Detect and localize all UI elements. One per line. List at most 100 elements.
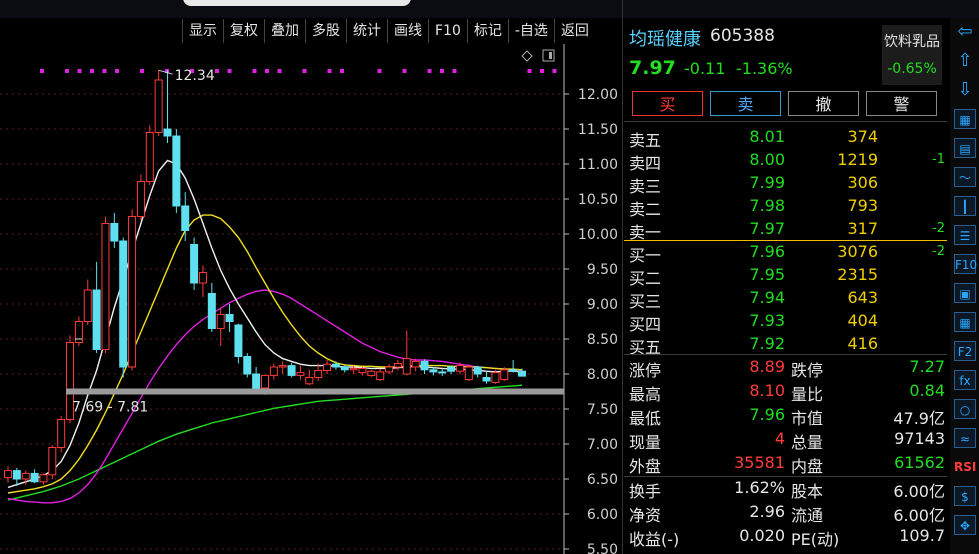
asks-level-row[interactable]: 卖三 7.99 306 [624,172,947,196]
stat-label: 总量 [791,433,824,452]
arrow-down-icon[interactable]: ⇩ [954,80,976,100]
marker-dot [90,69,94,73]
diamond-icon[interactable] [521,50,533,62]
stock-name[interactable]: 均瑶健康 [629,25,701,51]
sector-change-pct: -0.65% [887,61,937,77]
candle-body [287,365,296,376]
chart-corner-icons[interactable] [521,49,555,62]
stat-row: 涨停 8.89 跌停 7.27 [624,356,947,380]
marker-dot [40,69,44,73]
stat-value: 8.89 [749,357,785,376]
fx-icon[interactable]: fx [954,370,976,390]
ma-yellow-line [7,214,523,494]
toolbar-mark-button[interactable]: 标记 [466,19,508,43]
bids-level-row[interactable]: 买一 7.96 3076 -2 [624,241,947,265]
toolbar-stats-button[interactable]: 统计 [346,19,387,43]
toolbar-multi-stock-button[interactable]: 多股 [305,19,346,43]
toolbar-adjust-button[interactable]: 复权 [223,19,264,43]
stat-value: 61562 [894,453,945,472]
marker-dot [102,69,107,73]
marker-dot [452,69,457,73]
bids-level-row[interactable]: 买二 7.95 2315 [624,264,947,288]
level-volume: 1219 [837,150,878,169]
level-price: 7.98 [749,196,785,215]
stat-value: 109.7 [899,526,945,545]
asks-level-row[interactable]: 卖二 7.98 793 [624,195,947,219]
y-tick-label: 7.00 [587,437,618,453]
stat-label: 最高 [629,385,662,404]
candle-body [314,370,323,378]
support-label: 7.69 - 7.81 [72,400,148,416]
candle-body [198,272,207,284]
level-label: 买四 [629,315,662,334]
candle-icon[interactable]: ┃ [954,196,976,216]
calendar-icon[interactable]: ▦ [954,312,976,332]
marker-dot [115,69,119,73]
f10-icon[interactable]: F10 [954,254,977,274]
wave-icon[interactable]: ≈ [954,428,976,448]
marker-dot [377,69,382,73]
buy-button[interactable]: 买 [632,91,703,116]
toolbar-remove-watchlist-button[interactable]: -自选 [507,19,554,43]
level-price: 7.96 [749,242,785,261]
list-icon[interactable]: ☰ [954,225,976,245]
candle-body [225,314,234,322]
top-search-pill[interactable] [183,0,411,6]
toolbar-f10-button[interactable]: F10 [428,19,467,43]
stat-row: 现量 4 总量 97143 [624,428,947,452]
candle-body [154,79,163,133]
y-tick-label: 8.00 [587,367,618,383]
cancel-order-button[interactable]: 撤 [788,91,859,116]
level-price: 7.92 [749,334,785,353]
asks-level-row[interactable]: 卖五 8.01 374 [624,126,947,150]
stat-value: 7.96 [749,405,785,424]
level-volume: 3076 [837,242,878,261]
rsi-icon[interactable]: RSI [954,457,976,477]
chart-toolbar: 显示 复权 叠加 多股 统计 画线 F10 标记 -自选 返回 [182,19,595,43]
y-tick-label: 10.50 [578,192,618,208]
level-label: 买一 [629,246,662,265]
table-icon[interactable]: ▤ [954,138,976,158]
candle-body [181,205,190,231]
y-tick-label: 12.00 [578,87,618,103]
marker-dot [540,69,544,73]
bids-level-row[interactable]: 买三 7.94 643 [624,287,947,311]
crosshair-icon[interactable]: ✥ [954,515,976,535]
sell-button[interactable]: 卖 [710,91,781,116]
candle-body [39,474,48,483]
level-price: 7.94 [749,288,785,307]
candlestick-chart[interactable]: 12.00 11.50 11.00 10.50 10.00 9.50 9.00 8.50 8.0… [0,44,620,554]
candle-body [57,419,66,448]
stat-value: 6.00亿 [893,482,945,501]
f2-icon[interactable]: F2 [954,341,976,361]
stat-row: 外盘 35581 内盘 61562 [624,452,947,476]
candle-body [305,377,314,385]
marker-dot [65,69,69,73]
bids-level-row[interactable]: 买五 7.92 416 [624,333,947,357]
line-chart-icon[interactable]: 〜 [954,167,976,187]
doc-icon[interactable]: ▣ [954,283,976,303]
sector-box[interactable]: 饮料乳品 -0.65% [882,25,942,85]
candle-body [385,366,394,373]
arrow-up-icon[interactable]: ⇧ [954,51,976,71]
toolbar-overlay-button[interactable]: 叠加 [264,19,305,43]
asks-level-row[interactable]: 卖四 8.00 1219 -1 [624,149,947,173]
toolbar-show-button[interactable]: 显示 [182,19,223,43]
window-icon[interactable] [542,49,555,62]
candle-body [172,135,181,207]
stat-label: 净资 [629,506,662,525]
asks-level-row[interactable]: 卖一 7.97 317 -2 [624,218,947,242]
level-label: 卖五 [629,131,662,150]
dollar-icon[interactable]: $ [954,486,976,506]
alert-button[interactable]: 警 [866,91,937,116]
bids-level-row[interactable]: 买四 7.93 404 [624,310,947,334]
stat-label: PE(动) [791,530,840,549]
stat-label: 内盘 [791,457,824,476]
grid-icon[interactable]: ▦ [954,109,976,129]
candle-body [101,223,110,350]
stat-row: 净资 2.96 流通 6.00亿 [624,501,947,525]
arrow-left-icon[interactable]: ⇦ [954,22,976,42]
toolbar-draw-button[interactable]: 画线 [387,19,428,43]
toolbar-back-button[interactable]: 返回 [553,19,595,43]
circle-icon[interactable]: ○ [954,399,976,419]
